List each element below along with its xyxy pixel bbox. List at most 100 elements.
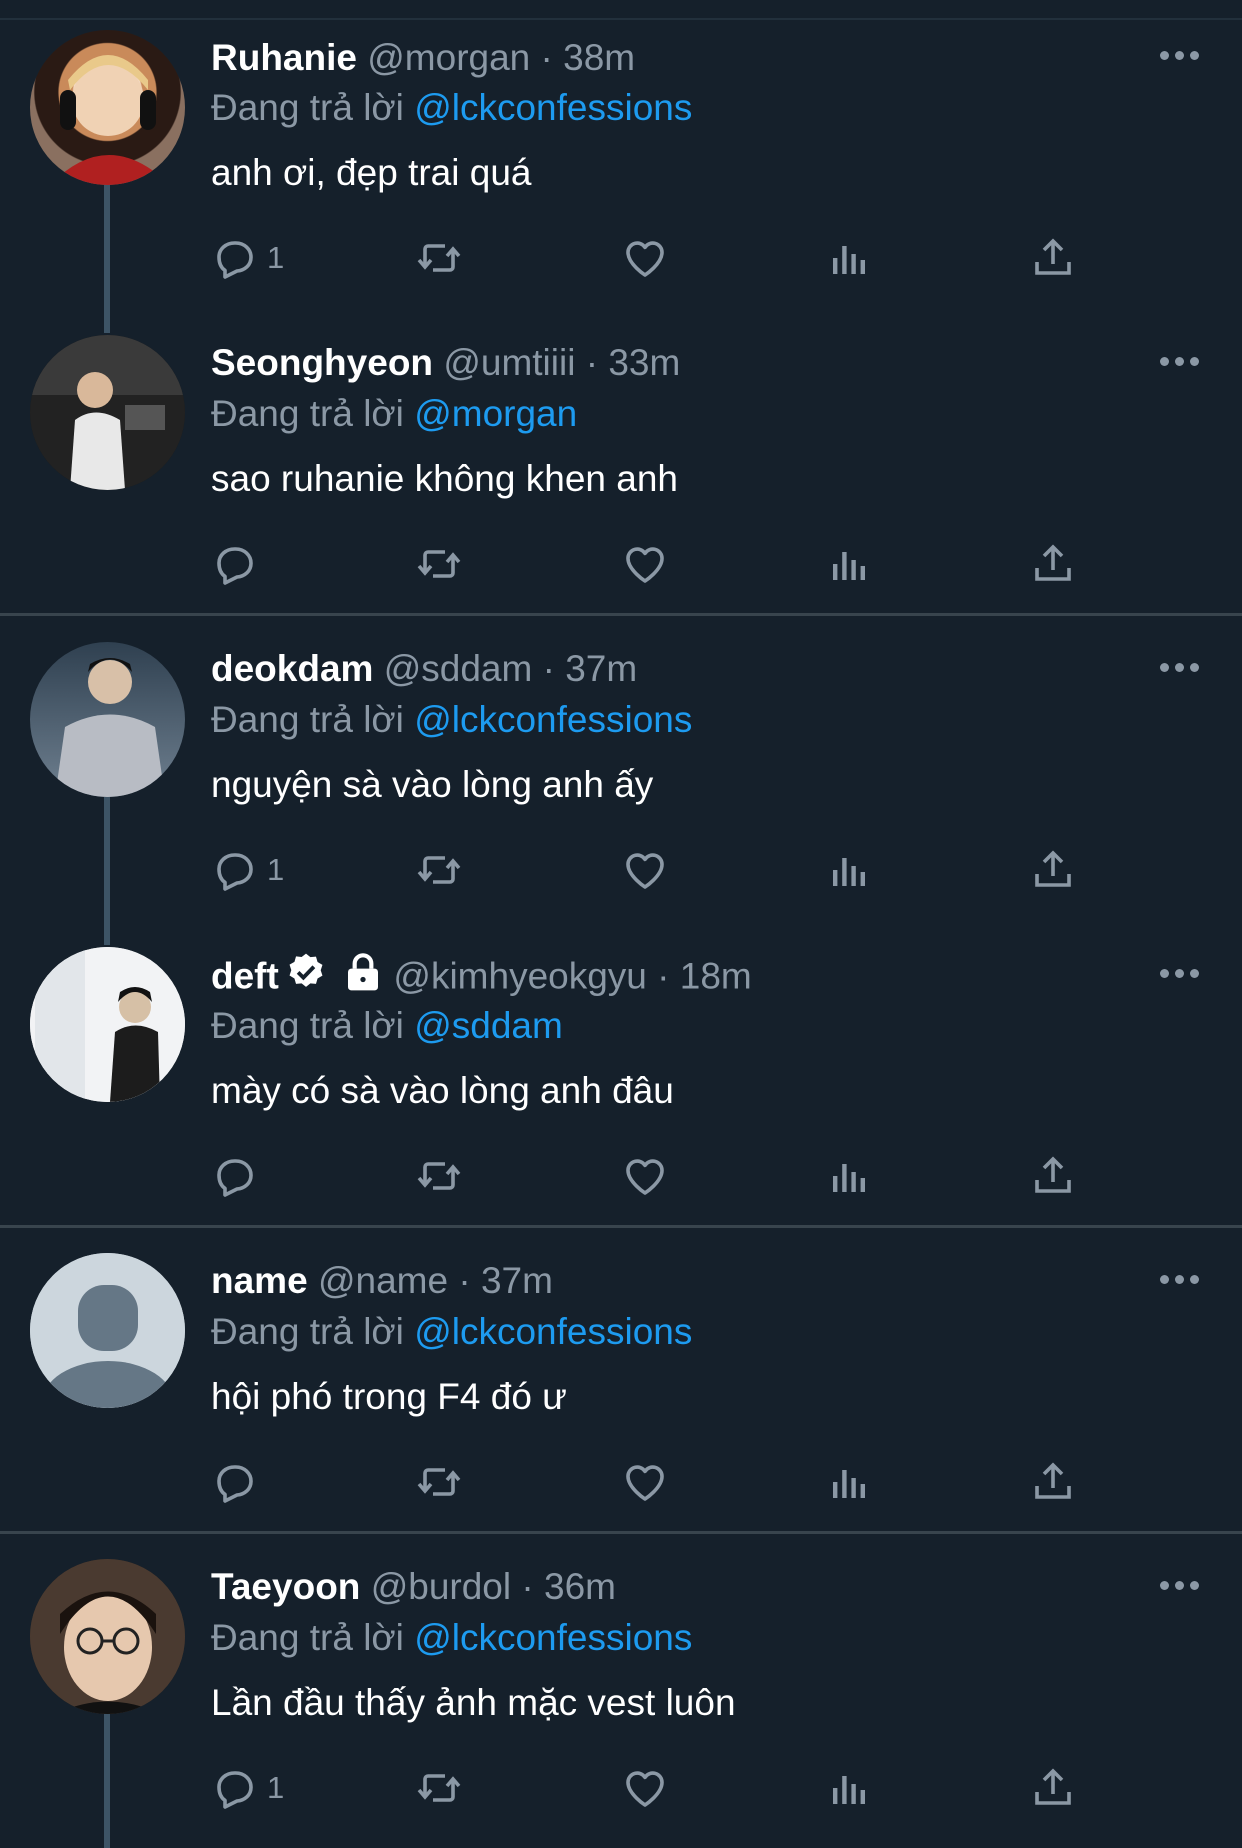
replying-to-label: Đang trả lời: [211, 699, 404, 740]
retweet-button[interactable]: [415, 1758, 463, 1818]
like-button[interactable]: [621, 840, 669, 900]
reply-icon: [211, 1458, 259, 1506]
like-button[interactable]: [621, 534, 669, 594]
reply-icon: [211, 540, 259, 588]
reply-button[interactable]: [211, 1146, 267, 1206]
reply-mention[interactable]: @lckconfessions: [414, 1311, 692, 1352]
like-icon: [621, 1764, 669, 1812]
reply-button[interactable]: [211, 534, 267, 594]
share-icon: [1029, 234, 1077, 282]
thread-connector: [104, 797, 110, 945]
avatar[interactable]: [30, 642, 185, 797]
tweet-text: nguyện sà vào lòng anh ấy: [211, 764, 654, 805]
views-icon: [825, 846, 873, 894]
retweet-button[interactable]: [415, 1452, 463, 1512]
views-button[interactable]: [825, 1758, 873, 1818]
action-bar: [211, 1146, 1111, 1206]
share-button[interactable]: [1029, 1758, 1077, 1818]
share-icon: [1029, 1458, 1077, 1506]
reply-mention[interactable]: @sddam: [414, 1005, 563, 1046]
avatar[interactable]: [30, 1253, 185, 1408]
user-handle[interactable]: @burdol: [371, 1566, 511, 1607]
share-button[interactable]: [1029, 840, 1077, 900]
share-icon: [1029, 540, 1077, 588]
reply-icon: [211, 1152, 259, 1200]
reply-button[interactable]: 1: [211, 1758, 284, 1818]
avatar-image: [50, 55, 170, 185]
display-name[interactable]: Ruhanie: [211, 37, 357, 78]
retweet-button[interactable]: [415, 1146, 463, 1206]
avatar[interactable]: [30, 1559, 185, 1714]
views-button[interactable]: [825, 840, 873, 900]
user-handle[interactable]: @umtiiii: [443, 342, 575, 383]
views-button[interactable]: [825, 1452, 873, 1512]
like-icon: [621, 540, 669, 588]
retweet-button[interactable]: [415, 534, 463, 594]
user-handle[interactable]: @kimhyeokgyu: [393, 955, 647, 996]
display-name[interactable]: Taeyoon: [211, 1566, 360, 1607]
action-bar: 1: [211, 228, 1111, 288]
share-button[interactable]: [1029, 534, 1077, 594]
separator: ·: [657, 955, 670, 997]
reply-button[interactable]: [211, 1452, 267, 1512]
share-button[interactable]: [1029, 1146, 1077, 1206]
more-icon[interactable]: [1160, 969, 1200, 981]
tweet-text: mày có sà vào lòng anh đâu: [211, 1070, 674, 1111]
timestamp[interactable]: 36m: [544, 1566, 616, 1607]
views-button[interactable]: [825, 1146, 873, 1206]
reply-mention[interactable]: @lckconfessions: [414, 1617, 692, 1658]
more-icon[interactable]: [1160, 357, 1200, 369]
reply-button[interactable]: 1: [211, 228, 284, 288]
reply-feed: Ruhanie @morgan · 38m Đang trả lời @lckc…: [0, 0, 1242, 1848]
like-button[interactable]: [621, 228, 669, 288]
reply-count: 1: [267, 852, 285, 887]
retweet-button[interactable]: [415, 228, 463, 288]
user-handle[interactable]: @name: [318, 1260, 448, 1301]
reply-icon: [211, 1764, 259, 1812]
reply-mention[interactable]: @morgan: [414, 393, 577, 434]
share-button[interactable]: [1029, 1452, 1077, 1512]
more-icon[interactable]: [1160, 1581, 1200, 1593]
like-icon: [621, 846, 669, 894]
display-name[interactable]: name: [211, 1260, 308, 1301]
thread-connector: [104, 1714, 110, 1848]
views-button[interactable]: [825, 534, 873, 594]
share-button[interactable]: [1029, 228, 1077, 288]
avatar[interactable]: [30, 335, 185, 490]
retweet-button[interactable]: [415, 840, 463, 900]
reply-button[interactable]: 1: [211, 840, 284, 900]
display-name[interactable]: deokdam: [211, 648, 373, 689]
avatar[interactable]: [30, 947, 185, 1102]
lock-icon: [343, 952, 383, 1005]
more-icon[interactable]: [1160, 51, 1200, 63]
avatar-image: [55, 658, 165, 797]
timestamp[interactable]: 37m: [481, 1260, 553, 1301]
user-handle[interactable]: @morgan: [367, 37, 530, 78]
avatar[interactable]: [30, 30, 185, 185]
reply-mention[interactable]: @lckconfessions: [414, 87, 692, 128]
timestamp[interactable]: 18m: [680, 955, 752, 996]
views-icon: [825, 1764, 873, 1812]
like-button[interactable]: [621, 1758, 669, 1818]
user-handle[interactable]: @sddam: [384, 648, 533, 689]
replying-to-label: Đang trả lời: [211, 393, 404, 434]
reply-icon: [211, 846, 259, 894]
timestamp[interactable]: 38m: [563, 37, 635, 78]
separator: ·: [542, 648, 555, 689]
like-button[interactable]: [621, 1146, 669, 1206]
more-icon[interactable]: [1160, 1275, 1200, 1287]
reply-mention[interactable]: @lckconfessions: [414, 699, 692, 740]
retweet-icon: [415, 846, 463, 894]
more-icon[interactable]: [1160, 663, 1200, 675]
retweet-icon: [415, 1764, 463, 1812]
like-button[interactable]: [621, 1452, 669, 1512]
replying-to-label: Đang trả lời: [211, 1005, 404, 1046]
timestamp[interactable]: 33m: [608, 342, 680, 383]
tweet-text: sao ruhanie không khen anh: [211, 458, 678, 499]
display-name[interactable]: deft: [211, 955, 279, 996]
display-name[interactable]: Seonghyeon: [211, 342, 433, 383]
timestamp[interactable]: 37m: [565, 648, 637, 689]
reply-count: 1: [267, 1770, 285, 1805]
share-icon: [1029, 1152, 1077, 1200]
views-button[interactable]: [825, 228, 873, 288]
